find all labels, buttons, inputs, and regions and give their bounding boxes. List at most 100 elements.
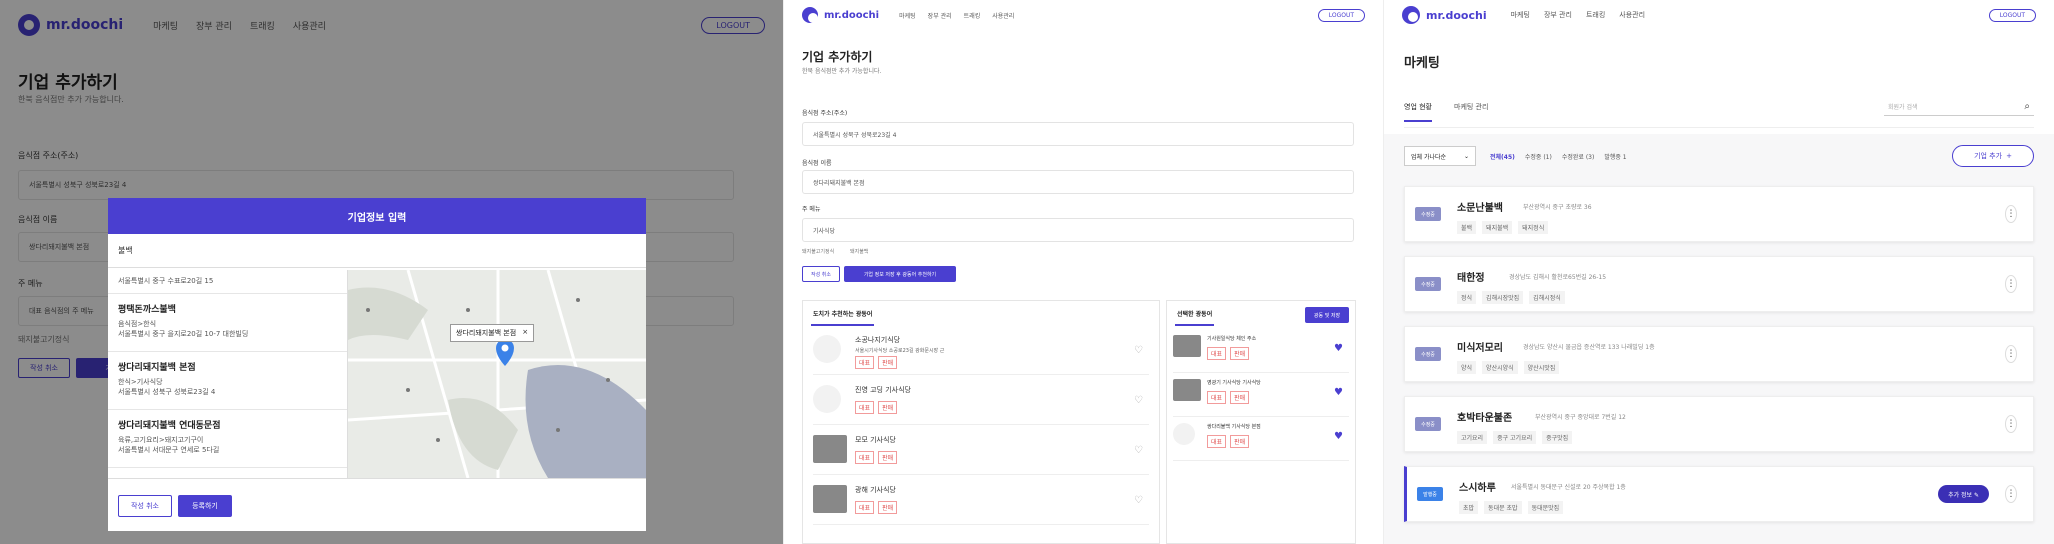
tag: 대표 [855,501,875,514]
tag: 판매 [878,356,898,369]
more-options-icon[interactable]: ⋮ [2005,345,2017,363]
filter-publishing[interactable]: 발행중 1 [1604,152,1626,161]
more-options-icon[interactable]: ⋮ [2005,485,2017,503]
status-badge: 수정중 [1415,277,1441,291]
result-name: 쌍다리돼지불백 본점 [118,363,196,373]
result-item[interactable]: 쌍다리돼지불백 연대동문점 육류,고기요리>돼지고기구이 서울특별시 서대문구 … [108,410,347,468]
tab-marketing[interactable]: 마케팅 관리 [1454,102,1488,122]
add-company-screen-recommend: mr.doochi 마케팅 장부 관리 트래킹 사용관리 LOGOUT 기업 추… [784,0,1384,544]
modal-footer: 작성 취소 등록하기 [108,478,646,531]
brand-logo[interactable]: mr.doochi [1402,6,1487,24]
rec-item[interactable]: 소공나지기식당 서울시기사식당 소공로23길 광화문시장 근 대표 판매 ♡ [813,327,1149,375]
selected-title: 선택한 광동어 [1175,303,1215,326]
keyword-tag: 돼지정식 [1518,221,1549,234]
more-options-icon[interactable]: ⋮ [2005,205,2017,223]
menu-item[interactable]: 트래킹 [964,11,981,20]
placeholder-image [813,335,841,363]
company-card[interactable]: 수정중 미식저모리 경상남도 양산시 물금읍 증산역로 133 나래빌딩 1층 양식 양… [1404,326,2034,382]
search-box[interactable]: 회원가 검색 ⌕ [1884,98,2034,116]
selected-item[interactable]: 쌍다리불백 기사식당 본점 대표 판매 ♥ [1173,419,1349,461]
modal-submit-button[interactable]: 등록하기 [178,495,232,517]
rec-item[interactable]: 모모 기사식당 대표 판매 ♡ [813,427,1149,475]
extra-info-button[interactable]: 추가 정보 ✎ [1938,485,1989,503]
close-icon[interactable]: × [522,328,528,338]
top-nav: mr.doochi 마케팅 장부 관리 트래킹 사용관리 LOGOUT [1384,0,2054,30]
result-address: 서울특별시 중구 수표로20길 15 [118,277,214,285]
more-options-icon[interactable]: ⋮ [2005,275,2017,293]
selected-name: 쌍다리불백 기사식당 본점 [1207,424,1261,430]
logo-icon [1402,6,1420,24]
menu-item[interactable]: 사용관리 [992,11,1014,20]
more-options-icon[interactable]: ⋮ [2005,415,2017,433]
keyword-tag: 양식 [1457,361,1477,374]
tag: 대표 [1207,435,1227,448]
modal-title: 기업정보 입력 [108,198,646,234]
add-company-screen-modal: mr.doochi 마케팅 장부 관리 트래킹 사용관리 LOGOUT 기업 추… [0,0,784,544]
filter-editing[interactable]: 수정중 (1) [1525,152,1552,161]
map-view[interactable]: 쌍다리돼지불백 본점 × [348,270,646,478]
heart-icon[interactable]: ♡ [1134,345,1143,356]
company-card[interactable]: 발행중 스시하루 서울특별시 동대문구 신설로 20 주상복합 1층 초밥 동대문 초밥… [1404,466,2034,522]
logout-button[interactable]: LOGOUT [1988,8,2036,22]
heart-icon[interactable]: ♡ [1134,495,1143,506]
menu-item[interactable]: 장부 관리 [928,11,952,20]
page-title: 기업 추가하기 [802,50,873,64]
result-item[interactable]: 서울특별시 중구 수표로20길 15 [108,270,347,294]
selected-item[interactable]: 기사원일식당 체인 주소 대표 판매 ♥ [1173,331,1349,373]
heart-icon[interactable]: ♡ [1134,445,1143,456]
result-address: 서울특별시 성북구 성북로23길 4 [118,388,216,396]
add-company-button[interactable]: 기업 추가 + [1952,145,2034,167]
rec-item[interactable]: 광해 기사식당 대표 판매 ♡ [813,477,1149,525]
brand-logo[interactable]: mr.doochi [802,7,879,23]
modal-search-input[interactable]: 불백 [108,234,646,268]
sort-value: 업체 가나다순 [1411,153,1447,161]
name-field[interactable]: 쌍다리돼지불백 본점 [802,170,1354,194]
filter-all[interactable]: 전체(45) [1490,152,1515,161]
map-popup-label: 쌍다리돼지불백 본점 [456,329,517,337]
plus-icon: + [2006,152,2012,160]
address-field[interactable]: 서울특별시 성북구 성북로23길 4 [802,122,1354,146]
heart-filled-icon[interactable]: ♥ [1334,343,1343,354]
tag: 대표 [855,401,875,414]
filter-edited[interactable]: 수정완료 (3) [1562,152,1595,161]
tag: 대표 [1207,391,1227,404]
keyword-tag: 고기요리 [1457,431,1488,444]
heart-filled-icon[interactable]: ♥ [1334,431,1343,442]
rec-item[interactable]: 진영 고딩 기사식당 대표 판매 ♡ [813,377,1149,425]
search-input[interactable]: 회원가 검색 [1888,102,1918,111]
result-item[interactable]: 평택돈까스불백 음식점>한식 서울특별시 중구 을지로20길 10-7 대한빌딩 [108,294,347,352]
page-title: 마케팅 [1404,56,1440,71]
heart-filled-icon[interactable]: ♥ [1334,387,1343,398]
tag: 대표 [1207,347,1227,360]
keyword-tag: 양산시맛집 [1523,361,1560,374]
add-company-label: 기업 추가 [1974,152,2003,160]
logo-icon [802,7,818,23]
keyword-tag: 동대문 초밥 [1484,501,1522,514]
result-item[interactable]: 쌍다리돼지불백 본점 한식>기사식당 서울특별시 성북구 성북로23길 4 [108,352,347,410]
save-recommend-button[interactable]: 기업 정보 저장 후 광동어 추천하기 [844,266,956,282]
menu-field[interactable]: 기사식당 [802,218,1354,242]
keyword-tag: 돼지불백 [1482,221,1513,234]
cancel-button[interactable]: 작성 취소 [802,266,840,282]
sort-dropdown[interactable]: 업체 가나다순 ⌄ [1404,146,1476,166]
logout-button[interactable]: LOGOUT [1317,8,1365,22]
modal-cancel-button[interactable]: 작성 취소 [118,495,172,517]
menu-item[interactable]: 마케팅 [1511,10,1530,20]
company-card[interactable]: 수정중 태한정 경상남도 김해시 활천로65번길 26-15 정식 김해시장맛집 김해시정… [1404,256,2034,312]
keyword-tag: 양산시양식 [1482,361,1518,374]
heart-icon[interactable]: ♡ [1134,395,1143,406]
menu-item[interactable]: 장부 관리 [1544,10,1572,20]
restaurant-photo [1173,379,1201,401]
marketing-screen: mr.doochi 마케팅 장부 관리 트래킹 사용관리 LOGOUT 마케팅 … [1384,0,2054,544]
company-name: 미식저모리 [1457,343,1503,354]
menu-item[interactable]: 마케팅 [899,11,916,20]
selected-item[interactable]: 영광기 기사식당 기사식당 대표 판매 ♥ [1173,375,1349,417]
menu-item[interactable]: 사용관리 [1619,10,1645,20]
menu-item[interactable]: 트래킹 [1586,10,1605,20]
company-card[interactable]: 수정중 소문난불백 부산광역시 중구 초량로 36 불백 돼지불백 돼지정식 ⋮ [1404,186,2034,242]
rec-name: 광해 기사식당 [855,486,896,494]
company-card[interactable]: 수정중 호박타운불존 부산광역시 중구 중앙대로 7번길 12 고기요리 중구 고기요리… [1404,396,2034,452]
apply-save-button[interactable]: 광동 및 저장 [1305,307,1349,323]
tab-sales[interactable]: 영업 현황 [1404,102,1432,122]
search-icon[interactable]: ⌕ [2024,101,2030,112]
